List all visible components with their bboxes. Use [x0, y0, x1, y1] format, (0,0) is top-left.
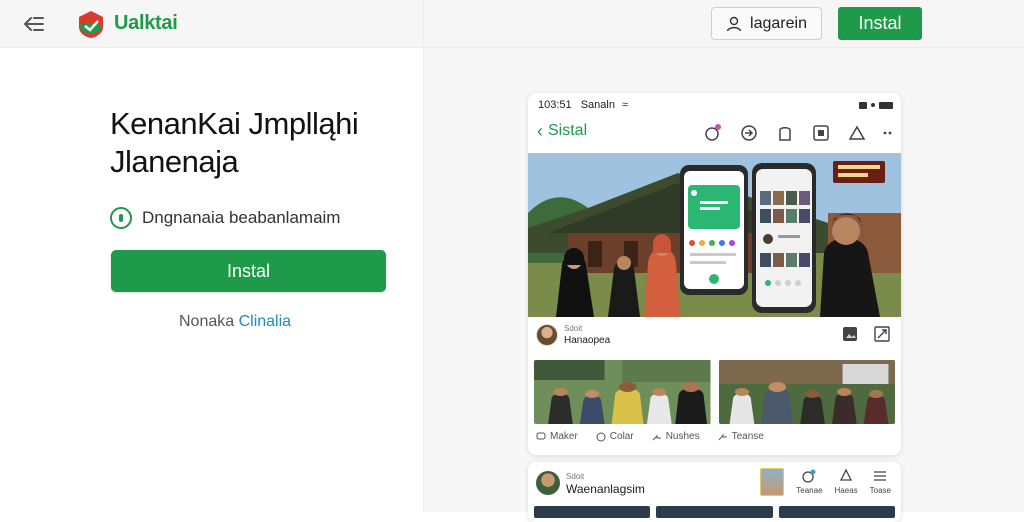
avatar[interactable] — [536, 471, 560, 495]
image-icon[interactable] — [841, 325, 859, 343]
post-meta: Sdoit Hanaopea — [536, 323, 610, 347]
action-nushes[interactable]: Nushes — [652, 431, 700, 442]
card2-meta: Sdoit Waenanlagsim — [536, 470, 645, 496]
card2-actions: Teanae Haeas Toase — [760, 468, 891, 496]
card2-photo-3[interactable] — [778, 506, 895, 518]
back-arrow-icon[interactable] — [22, 13, 46, 35]
card2-photo-1[interactable] — [534, 506, 651, 518]
post-author-name[interactable]: Hanaopea — [564, 335, 610, 347]
action-maker[interactable]: Maker — [536, 431, 578, 442]
card2-action-1[interactable]: Teanae — [796, 468, 823, 495]
app-preview-card: 103:51 Sanaln ≈ ‹ Sistal Sdoit Hanaopea … — [528, 93, 901, 455]
card2-action-2[interactable]: Haeas — [835, 468, 858, 495]
install-top-button[interactable]: Instal — [838, 7, 922, 40]
photo-thumbnails — [534, 360, 895, 424]
thumbnail-photo-1[interactable] — [534, 360, 711, 424]
notification-icon[interactable] — [703, 123, 723, 143]
comment-icon — [596, 432, 606, 441]
top-bar: Ualktai lagarein Instal — [0, 0, 1024, 48]
secondary-link-prefix: Nonaka — [179, 313, 239, 330]
action-nushes-label: Nushes — [665, 431, 700, 442]
install-main-button[interactable]: Instal — [111, 250, 386, 292]
action-colar-label: Colar — [609, 431, 634, 442]
card2-author-name[interactable]: Waenanlagsim — [566, 483, 645, 496]
app-bar-icons — [703, 123, 893, 143]
card2-thumbnail[interactable] — [760, 468, 785, 496]
post-actions-right — [841, 325, 891, 343]
bookmark-icon[interactable] — [775, 123, 795, 143]
post-action-bar: Maker Colar Nushes Teanse — [536, 431, 836, 442]
post-author-small: Sdoit — [564, 324, 583, 333]
dot-icon — [871, 103, 875, 107]
comment-icon — [536, 432, 546, 439]
more-icon[interactable] — [883, 123, 893, 143]
headline-line-1: KenanKai Jmplląhi — [110, 106, 359, 141]
secondary-link[interactable]: Nonaka Clinalia — [179, 313, 291, 331]
card2-action-3-label: Toase — [869, 486, 891, 495]
card2-photo-2[interactable] — [656, 506, 773, 518]
battery-icon — [879, 101, 893, 109]
thumbnail-photo-2[interactable] — [718, 360, 896, 424]
triangle-icon[interactable] — [847, 123, 867, 143]
login-button[interactable]: lagarein — [711, 7, 822, 40]
wifi-icon: ≈ — [622, 99, 629, 111]
secondary-link-accent[interactable]: Clinalia — [239, 313, 291, 330]
recycle-icon — [840, 468, 853, 481]
card2-author-block: Sdoit Waenanlagsim — [566, 470, 645, 496]
app-bar: ‹ Sistal — [528, 117, 901, 149]
action-colar[interactable]: Colar — [596, 431, 634, 442]
card2-photo-strip — [534, 506, 895, 518]
share-icon[interactable] — [739, 123, 759, 143]
status-carrier: Sanaln — [580, 99, 615, 111]
tagline: Dngnanaia beabanlamaim — [110, 207, 340, 229]
logo-text[interactable]: Ualktai — [114, 12, 178, 35]
card2-action-2-label: Haeas — [834, 486, 858, 495]
status-time: 103:51 — [538, 99, 572, 111]
card2-action-3[interactable]: Toase — [870, 468, 891, 495]
user-icon — [726, 16, 742, 31]
menu-icon — [874, 471, 887, 481]
app-title: Sistal — [548, 122, 588, 139]
headline-line-2: Jlanenaja — [110, 144, 239, 179]
signal-icon — [859, 101, 867, 109]
avatar[interactable] — [536, 324, 558, 346]
chevron-left-icon: ‹ — [537, 121, 543, 141]
post-author-block: Sdoit Hanaopea — [564, 323, 610, 347]
hero-photo[interactable] — [528, 153, 901, 317]
grid-icon[interactable] — [811, 123, 831, 143]
status-bar: 103:51 Sanaln ≈ — [538, 97, 893, 113]
login-label: lagarein — [750, 14, 807, 32]
forward-icon — [652, 434, 661, 440]
card2-action-1-label: Teanae — [796, 486, 823, 495]
action-teanse[interactable]: Teanse — [718, 431, 764, 442]
notification-icon — [802, 469, 816, 483]
forward-icon — [718, 433, 727, 440]
action-maker-label: Maker — [550, 431, 578, 442]
status-icons — [859, 101, 893, 109]
app-back-button[interactable]: ‹ Sistal — [537, 122, 587, 140]
action-teanse-label: Teanse — [731, 431, 764, 442]
tagline-text: Dngnanaia beabanlamaim — [142, 208, 341, 227]
logo-icon[interactable] — [76, 9, 106, 39]
page-headline: KenanKai Jmplląhi Jlanenaja — [110, 105, 410, 181]
info-icon — [110, 207, 132, 229]
app-preview-card-2: Sdoit Waenanlagsim Teanae Haeas Toase — [528, 462, 901, 522]
expand-icon[interactable] — [873, 325, 891, 343]
